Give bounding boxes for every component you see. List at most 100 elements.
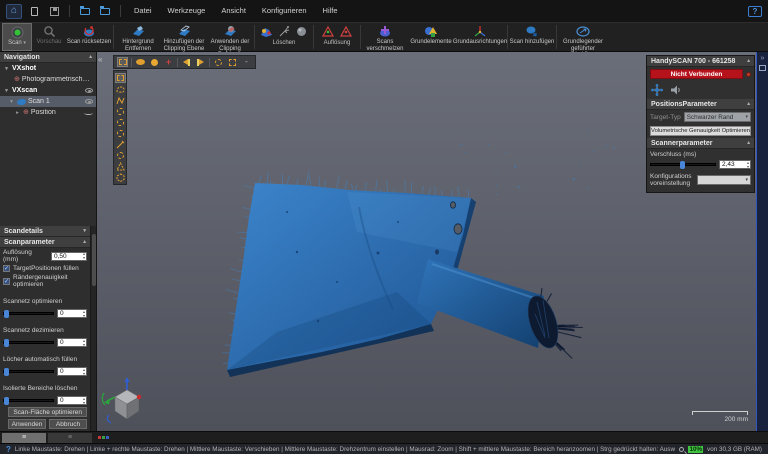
- orientation-cube[interactable]: [101, 375, 153, 425]
- flip-left-tool[interactable]: [181, 57, 192, 67]
- expand-icon[interactable]: ▾: [3, 88, 10, 94]
- primitives-button[interactable]: Grundelemente: [408, 23, 454, 51]
- config-preset-dropdown[interactable]: ▾: [697, 175, 751, 186]
- clipping-ref-button[interactable]: Anwenden der Clipping Referenz: [207, 23, 253, 58]
- menu-datei[interactable]: Datei: [128, 0, 158, 22]
- hexagon-select-tool[interactable]: [115, 172, 126, 182]
- surface-select-tool[interactable]: [135, 57, 146, 67]
- shutter-spinbox[interactable]: 2,43 ▴ ▾: [719, 160, 751, 169]
- resolution-up-icon[interactable]: [321, 25, 335, 38]
- menu-werkzeuge[interactable]: Werkzeuge: [162, 0, 212, 22]
- import-session-icon[interactable]: [97, 4, 113, 19]
- merge-scans-button[interactable]: Scans verschmelzen: [362, 23, 408, 52]
- spinner-arrows-icon[interactable]: ▴ ▾: [83, 252, 85, 260]
- background-remove-button[interactable]: Hintergrund Entfernen: [115, 23, 161, 52]
- fill-holes-slider[interactable]: [3, 368, 54, 376]
- dock-window-icon[interactable]: [759, 65, 766, 71]
- delete-spray-icon[interactable]: [278, 25, 291, 38]
- slider-thumb[interactable]: [4, 339, 9, 347]
- collapse-icon[interactable]: ▴: [83, 239, 86, 245]
- toolbar-collapse-button[interactable]: -: [241, 57, 252, 67]
- resolution-spinbox[interactable]: 0,50 ▴ ▾: [51, 251, 87, 261]
- circle-select-tool[interactable]: [115, 150, 126, 160]
- apply-button[interactable]: Anwenden: [8, 419, 46, 429]
- flip-right-tool[interactable]: [195, 57, 206, 67]
- decimate-mesh-spinbox[interactable]: 0 ▴ ▾: [57, 338, 87, 347]
- expand-icon[interactable]: ▾: [3, 66, 10, 72]
- add-scan-button[interactable]: Scan hinzufügen: [509, 23, 555, 51]
- sound-icon[interactable]: [670, 84, 682, 96]
- knife-tool[interactable]: [115, 139, 126, 149]
- open-session-icon[interactable]: [77, 4, 93, 19]
- fill-select-tool[interactable]: [149, 57, 160, 67]
- spinner-arrows-icon[interactable]: ▴ ▾: [83, 309, 85, 317]
- connection-status-button[interactable]: Nicht Verbunden: [650, 69, 743, 79]
- save-icon[interactable]: [46, 4, 62, 19]
- polyline-tool[interactable]: [115, 95, 126, 105]
- workflow-button[interactable]: Grundlegender geführter Workflow: [558, 23, 608, 58]
- scandetails-header[interactable]: Scandetails ▾: [0, 226, 90, 237]
- optimize-mesh-spinbox[interactable]: 0 ▴ ▾: [57, 309, 87, 318]
- collapse-icon[interactable]: ▴: [747, 101, 750, 107]
- tree-item-photo-model[interactable]: ⊕ Photogrammetrisches Modell 1: [0, 74, 96, 85]
- slider-thumb[interactable]: [4, 397, 9, 405]
- optimize-surface-button[interactable]: Scan-Fläche optimieren: [8, 407, 87, 417]
- list-view-tab-inactive[interactable]: ≡: [48, 432, 92, 443]
- tree-item-scan1[interactable]: ▾ Scan 1: [0, 96, 96, 107]
- scannerparameter-header[interactable]: Scannerparameter ▴: [647, 138, 754, 149]
- delete-targets-icon[interactable]: [260, 25, 274, 38]
- collapse-icon[interactable]: ▴: [747, 140, 750, 146]
- expand-icon[interactable]: ▸: [14, 110, 21, 116]
- tree-item-vxshot[interactable]: ▾ VXshot: [0, 63, 96, 74]
- optimize-mesh-slider[interactable]: [3, 310, 54, 318]
- fill-targets-checkbox[interactable]: ✓: [3, 265, 10, 272]
- rounded-select-tool-3[interactable]: [115, 128, 126, 138]
- targets-calibration-icon[interactable]: [650, 83, 664, 97]
- help-bubble-icon[interactable]: ?: [748, 5, 762, 17]
- visibility-eye-icon[interactable]: [85, 99, 93, 104]
- cancel-button[interactable]: Abbruch: [49, 419, 87, 429]
- fill-holes-spinbox[interactable]: 0 ▴ ▾: [57, 367, 87, 376]
- vorschau-button[interactable]: Vorschau: [32, 23, 66, 51]
- rect-select-tool[interactable]: [117, 57, 128, 67]
- tree-item-position[interactable]: ▸ ⊕ Position: [0, 107, 96, 118]
- slider-thumb[interactable]: [679, 161, 685, 169]
- rounded-select-tool-1[interactable]: [115, 106, 126, 116]
- expand-icon[interactable]: ▾: [8, 99, 15, 105]
- decimate-mesh-slider[interactable]: [3, 339, 54, 347]
- slider-thumb[interactable]: [4, 310, 9, 318]
- menu-ansicht[interactable]: Ansicht: [215, 0, 252, 22]
- tree-item-vxscan[interactable]: ▾ VXscan: [0, 85, 96, 96]
- list-view-tab-active[interactable]: ≡: [2, 432, 46, 443]
- scan-button[interactable]: Scan ▾: [2, 23, 32, 51]
- slider-thumb[interactable]: [4, 368, 9, 376]
- visibility-eye-icon[interactable]: [85, 88, 93, 93]
- new-document-icon[interactable]: [26, 4, 42, 19]
- navigation-header[interactable]: Navigation ▴: [0, 52, 96, 63]
- collapse-icon[interactable]: ▴: [747, 58, 750, 64]
- triangle-select-tool[interactable]: [115, 161, 126, 171]
- scan-panel-scrollbar[interactable]: [90, 226, 96, 431]
- target-type-dropdown[interactable]: Schwarzer Rand ▾: [683, 112, 751, 122]
- shrink-selection-tool[interactable]: [227, 57, 238, 67]
- edge-accuracy-checkbox[interactable]: ✓: [3, 277, 10, 285]
- status-help-icon[interactable]: ?: [6, 445, 11, 454]
- volumetric-accuracy-button[interactable]: Volumetrische Genauigkeit Optimieren: [650, 126, 751, 136]
- positions-parameter-header[interactable]: PositionsParameter ▴: [647, 99, 754, 110]
- free-lasso-tool[interactable]: [115, 84, 126, 94]
- collapse-icon[interactable]: ▾: [83, 228, 86, 234]
- remove-isolated-slider[interactable]: [3, 397, 54, 405]
- spinner-arrows-icon[interactable]: ▴ ▾: [747, 160, 749, 168]
- menu-konfigurieren[interactable]: Konfigurieren: [256, 0, 313, 22]
- spinner-arrows-icon[interactable]: ▴ ▾: [83, 396, 85, 404]
- clipping-plane-button[interactable]: Hinzufügen der Clipping Ebene: [161, 23, 207, 52]
- menu-hilfe[interactable]: Hilfe: [317, 0, 344, 22]
- home-icon[interactable]: ⌂: [6, 3, 22, 19]
- scanner-panel-header[interactable]: HandySCAN 700 - 661258 ▴: [647, 56, 754, 67]
- scrollbar-thumb[interactable]: [92, 234, 96, 286]
- scan-reset-button[interactable]: Scan rücksetzen: [66, 23, 112, 51]
- resolution-down-icon[interactable]: [339, 25, 353, 38]
- panel-collapse-chevron[interactable]: «: [98, 55, 102, 64]
- expand-dock-chevron[interactable]: »: [761, 55, 765, 62]
- remove-isolated-spinbox[interactable]: 0 ▴ ▾: [57, 396, 87, 405]
